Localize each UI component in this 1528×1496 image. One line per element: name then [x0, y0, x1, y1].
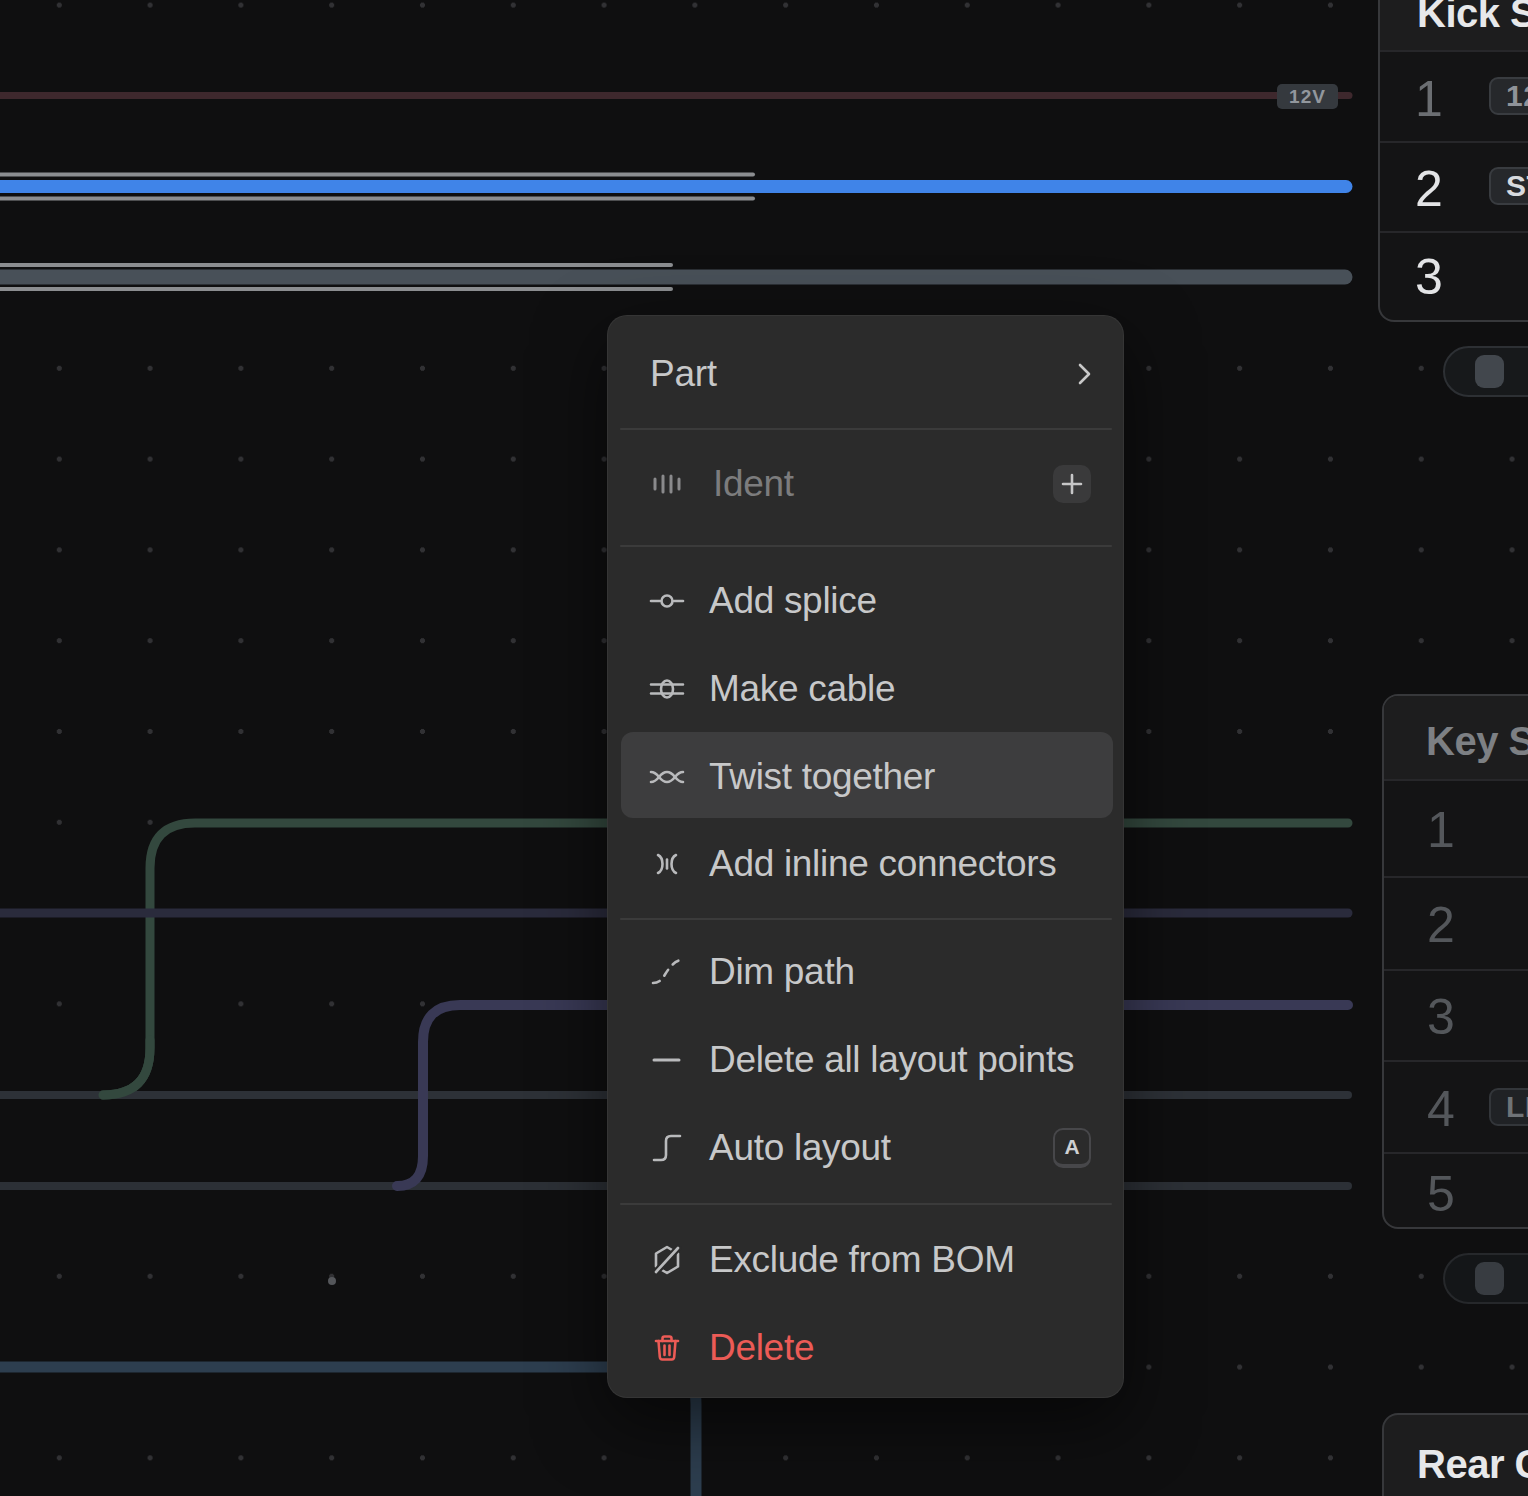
ident-icon — [649, 466, 685, 502]
trash-icon — [649, 1330, 685, 1366]
toggle-switch[interactable] — [1443, 346, 1528, 397]
menu-separator — [620, 428, 1112, 430]
minus-icon — [649, 1042, 685, 1078]
wire-label-12v: 12V — [1277, 84, 1338, 109]
pin-row[interactable]: 1 — [1384, 781, 1528, 875]
chevron-right-icon — [1066, 356, 1102, 392]
connector-panel-rear: Rear C — [1382, 1413, 1528, 1496]
add-splice-icon — [649, 583, 685, 619]
toggle-switch[interactable] — [1443, 1253, 1528, 1304]
context-menu: Part Ident Add splice Make cable Twist t… — [607, 315, 1124, 1398]
menu-item-twist-together[interactable]: Twist together — [608, 733, 1123, 821]
connector-panel-kick: Kick S 1 12 2 ST 3 — [1378, 0, 1528, 322]
twist-together-icon — [649, 759, 685, 795]
shortcut-key-a: A — [1053, 1128, 1091, 1168]
menu-separator — [620, 545, 1112, 547]
menu-item-make-cable[interactable]: Make cable — [608, 645, 1123, 733]
menu-separator — [620, 918, 1112, 920]
menu-item-part[interactable]: Part — [608, 330, 1123, 418]
pin-row[interactable]: 1 12 — [1380, 52, 1528, 141]
menu-item-auto-layout[interactable]: Auto layout — [608, 1104, 1123, 1192]
pin-row[interactable]: 2 — [1384, 878, 1528, 968]
wire-steel[interactable] — [0, 1367, 696, 1496]
auto-layout-icon — [649, 1130, 685, 1166]
pin-badge: LI — [1489, 1088, 1528, 1126]
menu-item-delete-all-layout-points[interactable]: Delete all layout points — [608, 1016, 1123, 1104]
make-cable-icon — [649, 671, 685, 707]
pin-row[interactable]: 4 LI — [1384, 1062, 1528, 1152]
toggle-knob — [1475, 1262, 1504, 1295]
pin-row[interactable]: 3 — [1380, 233, 1528, 320]
menu-item-delete[interactable]: Delete — [608, 1304, 1123, 1392]
dim-path-icon — [649, 954, 685, 990]
pin-row[interactable]: 2 ST — [1380, 143, 1528, 230]
menu-item-exclude-from-bom[interactable]: Exclude from BOM — [608, 1216, 1123, 1304]
menu-item-dim-path[interactable]: Dim path — [608, 928, 1123, 1016]
menu-item-add-splice[interactable]: Add splice — [608, 557, 1123, 645]
add-ident-button[interactable] — [1053, 465, 1091, 503]
menu-separator — [620, 1203, 1112, 1205]
add-inline-connectors-icon — [649, 846, 685, 882]
connector-panel-key: Key S 1 2 3 4 LI 5 — [1382, 694, 1528, 1229]
panel-title: Rear C — [1417, 1442, 1528, 1487]
pin-badge: 12 — [1489, 77, 1528, 115]
exclude-from-bom-icon — [649, 1242, 685, 1278]
wire-green-merge — [103, 1040, 150, 1095]
pin-row[interactable]: 5 — [1384, 1154, 1528, 1231]
plus-icon — [1059, 471, 1085, 497]
panel-title: Key S — [1426, 719, 1528, 764]
menu-item-add-inline-connectors[interactable]: Add inline connectors — [608, 820, 1123, 908]
toggle-knob — [1475, 355, 1504, 388]
pin-badge: ST — [1489, 167, 1528, 205]
menu-item-ident[interactable]: Ident — [608, 440, 1123, 528]
panel-title: Kick S — [1417, 0, 1528, 36]
pin-row[interactable]: 3 — [1384, 970, 1528, 1060]
